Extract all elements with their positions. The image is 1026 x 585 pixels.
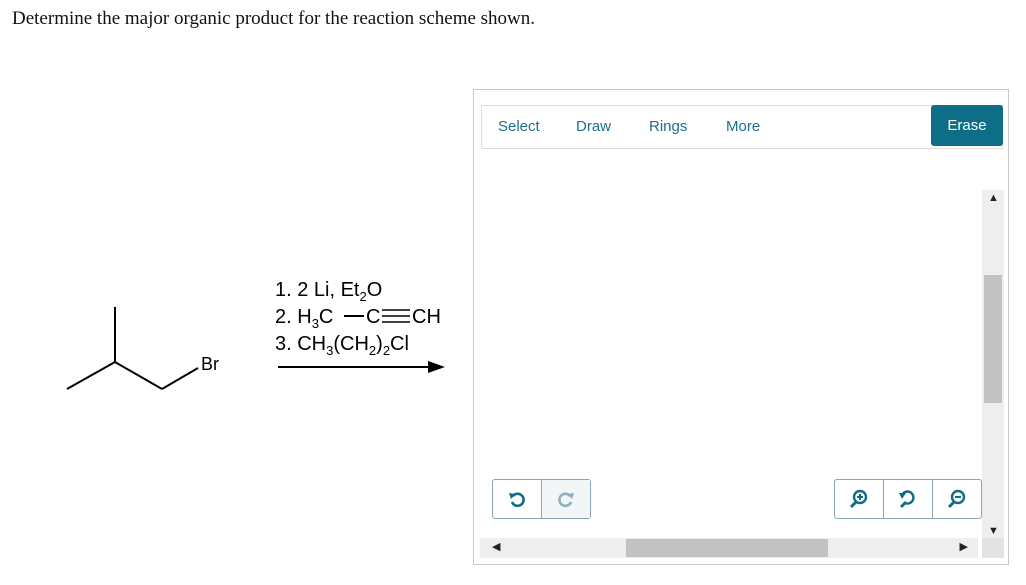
step2-c2: C (366, 306, 380, 328)
reaction-scheme: Br 1. 2 Li, Et2O 2. H3C C CH 3. CH3(CH2)… (66, 279, 445, 390)
step2-pre: 2. H (275, 306, 312, 328)
scroll-up-arrow-icon[interactable]: ▲ (988, 193, 999, 204)
svg-text:2. H3C: 2. H3C (275, 306, 333, 331)
bond-to-ch2 (114, 361, 163, 390)
horizontal-scroll-thumb[interactable] (626, 539, 828, 557)
scrollbar-corner (982, 538, 1004, 558)
tab-rings[interactable]: Rings (649, 118, 687, 135)
step2-c: C (319, 306, 333, 328)
tab-more[interactable]: More (726, 118, 760, 135)
vertical-scroll-thumb[interactable] (984, 275, 1002, 403)
history-controls (492, 479, 591, 519)
step3-sub1: 3 (326, 343, 333, 358)
step3-post: ) (376, 333, 383, 355)
reagent-step-1: 1. 2 Li, Et2O (275, 279, 382, 304)
zoom-reset-icon (899, 490, 915, 509)
reagent-step-2: 2. H3C C CH (275, 306, 441, 331)
reaction-arrow (278, 361, 445, 373)
editor-toolbar: Select Draw Rings More Erase (481, 105, 1003, 149)
step1-sub: 2 (360, 289, 367, 304)
redo-icon (558, 492, 574, 508)
scroll-right-arrow-icon[interactable]: ▶ (960, 542, 968, 553)
bromine-label: Br (201, 354, 219, 374)
vertical-scrollbar[interactable]: ▲ ▼ (982, 190, 1004, 540)
step1-tail: O (367, 279, 383, 301)
scroll-left-arrow-icon[interactable]: ◀ (492, 542, 500, 553)
tab-draw[interactable]: Draw (576, 118, 611, 135)
undo-icon (509, 492, 525, 508)
horizontal-scrollbar[interactable]: ◀ ▶ (480, 538, 978, 558)
substrate-skeletal-structure: Br (66, 307, 219, 390)
step2-sub: 3 (312, 316, 319, 331)
step1-text: 1. 2 Li, Et (275, 279, 360, 301)
scroll-down-arrow-icon[interactable]: ▼ (988, 526, 999, 537)
zoom-reset-button[interactable] (883, 480, 932, 518)
step3-tail: Cl (390, 333, 409, 355)
zoom-in-icon (849, 489, 868, 509)
zoom-out-button[interactable] (932, 480, 981, 518)
bond-left-methyl (66, 361, 116, 390)
zoom-in-button[interactable] (835, 480, 883, 518)
tab-select[interactable]: Select (498, 118, 540, 135)
reagent-step-3: 3. CH3(CH2)2Cl (275, 333, 409, 358)
step3-sub3: 2 (383, 343, 390, 358)
bond-to-br (161, 367, 199, 390)
step2-ch: CH (412, 306, 441, 328)
zoom-out-icon (947, 489, 966, 509)
step3-pre: 3. CH (275, 333, 326, 355)
step3-sub2: 2 (369, 343, 376, 358)
redo-button[interactable] (541, 480, 590, 518)
step3-mid: (CH (333, 333, 369, 355)
erase-button[interactable]: Erase (931, 105, 1003, 146)
zoom-controls (834, 479, 982, 519)
undo-button[interactable] (493, 480, 541, 518)
structure-editor: Select Draw Rings More Erase ▲ ▼ ◀ ▶ (473, 89, 1009, 565)
